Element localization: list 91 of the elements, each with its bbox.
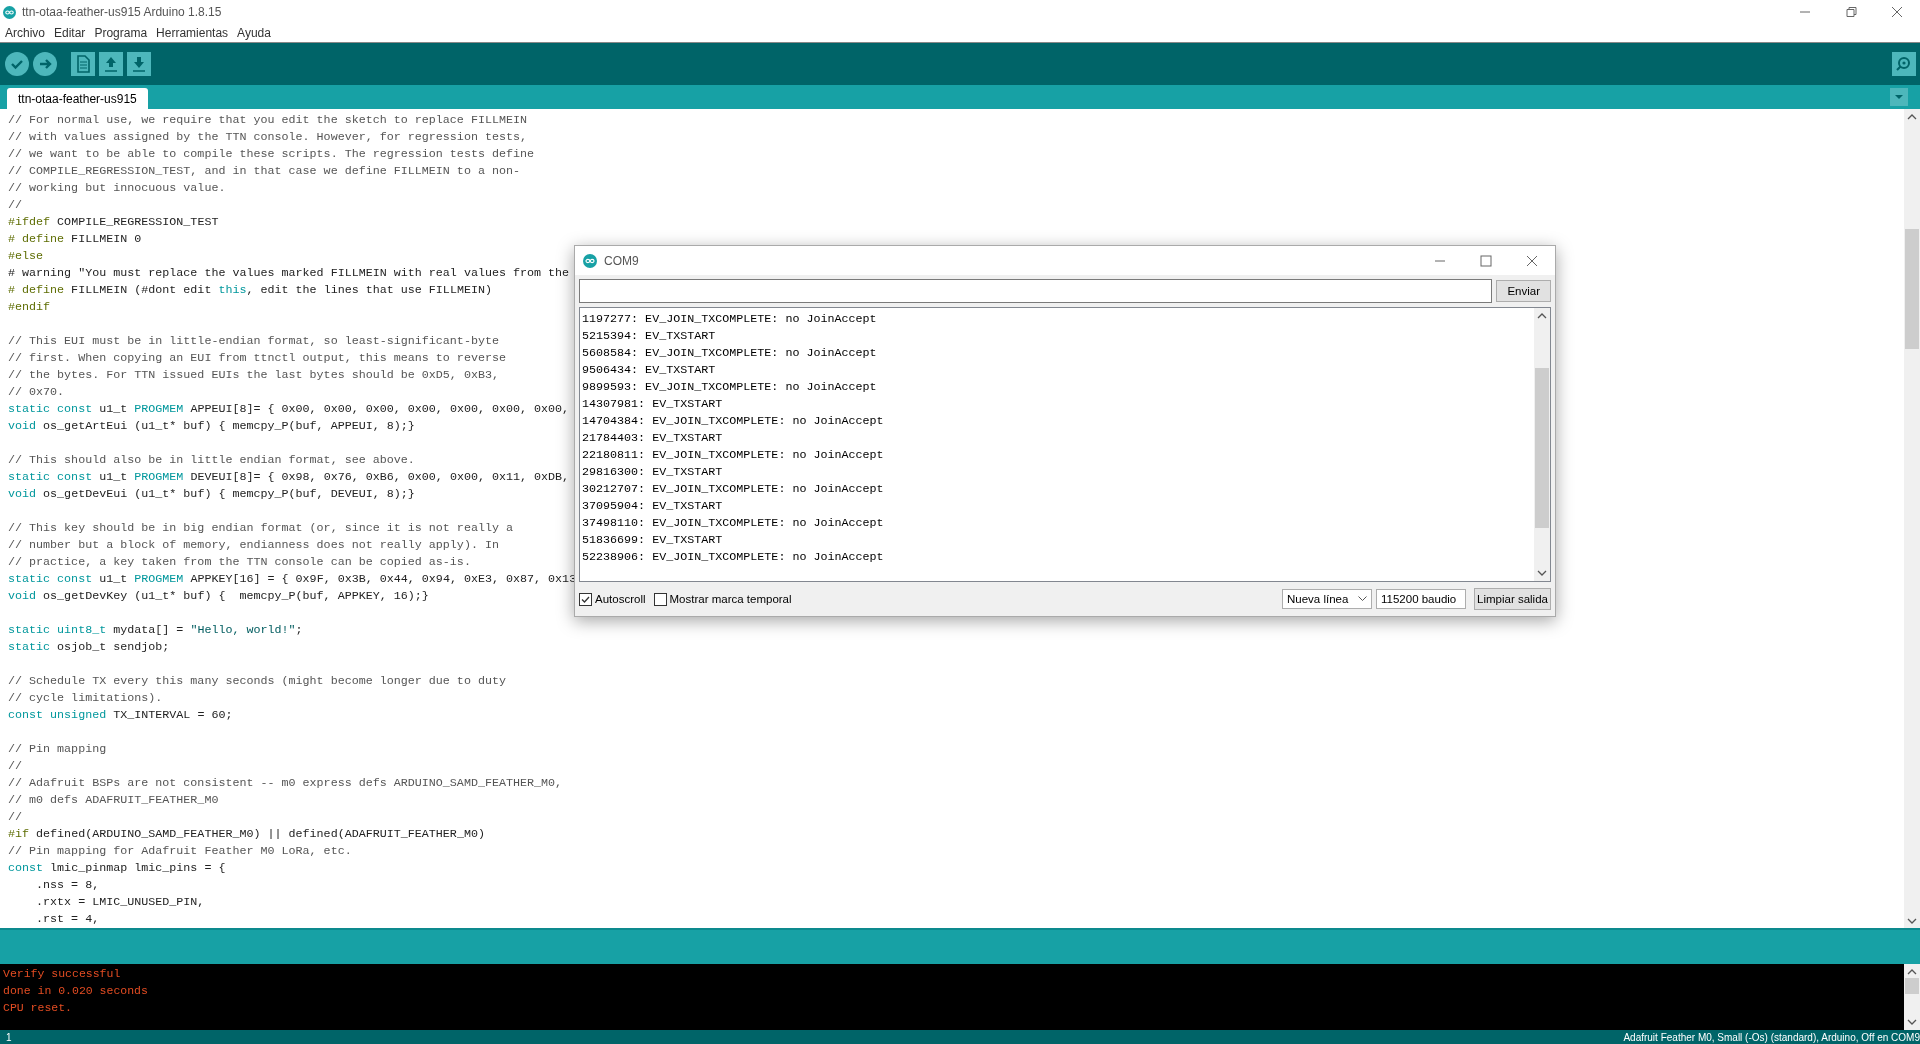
- arduino-logo-icon: [3, 5, 16, 19]
- serial-output-line: 37498110: EV_JOIN_TXCOMPLETE: no JoinAccept: [582, 515, 885, 532]
- code-line: # define FILLMEIN 0: [8, 231, 142, 248]
- clear-output-button[interactable]: Limpiar salida: [1474, 588, 1551, 610]
- code-line: // For normal use, we require that you edit the sketch to replace FILLMEIN: [8, 112, 527, 129]
- code-line: // cycle limitations).: [8, 690, 163, 707]
- code-line: // Pin mapping for Adafruit Feather M0 LoRa, etc.: [8, 843, 352, 860]
- code-line: void os_getArtEui (u1_t* buf) { memcpy_P(buf, APPEUI, 8);}: [8, 418, 415, 435]
- code-line: // This EUI must be in little-endian format, so least-significant-byte: [8, 333, 499, 350]
- code-line: static uint8_t mydata[] = "Hello, world!";: [8, 622, 303, 639]
- code-line: //: [8, 758, 23, 775]
- arduino-logo-icon: [583, 253, 597, 268]
- menu-item[interactable]: Ayuda: [236, 26, 272, 40]
- code-line: # define FILLMEIN (#dont edit this, edit the lines that use FILLMEIN): [8, 282, 492, 299]
- output-scrollbar[interactable]: [1534, 308, 1550, 581]
- serial-output-line: 9506434: EV_TXSTART: [582, 362, 717, 379]
- code-line: // working but innocuous value.: [8, 180, 226, 197]
- serial-output-line: 29816300: EV_TXSTART: [582, 464, 724, 481]
- sketch-tab[interactable]: ttn-otaa-feather-us915: [7, 88, 148, 109]
- code-line: // This key should be in big endian format (or, since it is not really a: [8, 520, 513, 537]
- menu-item[interactable]: Editar: [53, 26, 87, 40]
- window-title: ttn-otaa-feather-us915 Arduino 1.8.15: [22, 5, 223, 19]
- code-line: const lmic_pinmap lmic_pins = {: [8, 860, 226, 877]
- upload-icon[interactable]: [33, 52, 57, 76]
- baud-rate-dropdown[interactable]: 115200 baudio: [1376, 589, 1466, 609]
- code-line: //: [8, 809, 23, 826]
- line-ending-dropdown[interactable]: Nueva línea: [1282, 589, 1372, 609]
- menu-item[interactable]: Archivo: [4, 26, 46, 40]
- send-input-field[interactable]: [579, 279, 1493, 303]
- serial-output-line: 51836699: EV_TXSTART: [582, 532, 724, 549]
- save-icon[interactable]: [127, 52, 151, 76]
- code-line: // with values assigned by the TTN console. However, for regression tests,: [8, 129, 527, 146]
- code-line: // COMPILE_REGRESSION_TEST, and in that case we define FILLMEIN to a non-: [8, 163, 520, 180]
- code-line: // This should also be in little endian format, see above.: [8, 452, 415, 469]
- checkbox[interactable]: [653, 592, 667, 606]
- dropdown-icon[interactable]: [1890, 88, 1908, 106]
- serial-output-line: 14704384: EV_JOIN_TXCOMPLETE: no JoinAccept: [582, 413, 885, 430]
- code-line: # warning "You must replace the values marked FILLMEIN with real values from the: [8, 265, 570, 282]
- code-line: // the bytes. For TTN issued EUIs the last bytes should be 0xD5, 0xB3,: [8, 367, 499, 384]
- console-line: Verify successful: [3, 966, 122, 982]
- code-line: // 0x70.: [8, 384, 65, 401]
- console-line: done in 0.020 seconds: [3, 983, 149, 999]
- code-line: .rst = 4,: [35, 911, 100, 928]
- code-line: // number but a block of memory, endianness does not really apply). In: [8, 537, 499, 554]
- serial-output-line: 5215394: EV_TXSTART: [582, 328, 717, 345]
- serial-output-line: 30212707: EV_JOIN_TXCOMPLETE: no JoinAccept: [582, 481, 885, 498]
- serial-output-line: 1197277: EV_JOIN_TXCOMPLETE: no JoinAccept: [582, 311, 878, 328]
- code-line: #else: [8, 248, 44, 265]
- console-line: CPU reset.: [3, 1000, 73, 1016]
- code-line: void os_getDevKey (u1_t* buf) { memcpy_P(buf, APPKEY, 16);}: [8, 588, 429, 605]
- code-line: .nss = 8,: [35, 877, 100, 894]
- code-line: // first. When copying an EUI from ttnctl output, this means to reverse: [8, 350, 506, 367]
- code-line: #endif: [8, 299, 51, 316]
- code-line: // Schedule TX every this many seconds (might become longer due to duty: [8, 673, 506, 690]
- serial-output-line: 22180811: EV_JOIN_TXCOMPLETE: no JoinAccept: [582, 447, 885, 464]
- code-line: // Pin mapping: [8, 741, 107, 758]
- window-title: COM9: [604, 253, 640, 268]
- code-line: const unsigned TX_INTERVAL = 60;: [8, 707, 233, 724]
- code-line: static const u1_t PROGMEM APPEUI[8]= { 0x00, 0x00, 0x00, 0x00, 0x00, 0x00, 0x00,: [8, 401, 570, 418]
- line-number: 1: [6, 1031, 12, 1043]
- code-line: // Adafruit BSPs are not consistent -- m0 express defs ARDUINO_SAMD_FEATHER_M0,: [8, 775, 563, 792]
- code-line: // we want to be able to compile these scripts. The regression tests define: [8, 146, 535, 163]
- open-icon[interactable]: [99, 52, 123, 76]
- checkbox-label: Mostrar marca temporal: [669, 593, 792, 605]
- serial-output-line: 21784403: EV_TXSTART: [582, 430, 724, 447]
- console-scrollbar[interactable]: [1904, 964, 1920, 1030]
- code-line: static osjob_t sendjob;: [8, 639, 170, 656]
- send-button[interactable]: Enviar: [1496, 280, 1551, 302]
- editor-scrollbar[interactable]: [1904, 109, 1920, 928]
- new-file-icon[interactable]: [71, 52, 95, 76]
- serial-monitor-icon[interactable]: [1892, 52, 1916, 76]
- checkbox[interactable]: [579, 592, 592, 606]
- menu-item[interactable]: Herramientas: [155, 26, 230, 40]
- code-line: #ifdef COMPILE_REGRESSION_TEST: [8, 214, 219, 231]
- chevron-down-icon: [1358, 596, 1367, 602]
- code-line: //: [8, 197, 23, 214]
- code-line: // practice, a key taken from the TTN console can be copied as-is.: [8, 554, 471, 571]
- code-line: void os_getDevEui (u1_t* buf) { memcpy_P(buf, DEVEUI, 8);}: [8, 486, 415, 503]
- verify-icon[interactable]: [5, 52, 29, 76]
- code-line: static const u1_t PROGMEM DEVEUI[8]= { 0x98, 0x76, 0xB6, 0x00, 0x00, 0x11, 0xDB,: [8, 469, 570, 486]
- serial-output-line: 37095904: EV_TXSTART: [582, 498, 724, 515]
- serial-output-line: 52238906: EV_JOIN_TXCOMPLETE: no JoinAccept: [582, 549, 885, 566]
- code-line: .rxtx = LMIC_UNUSED_PIN,: [35, 894, 205, 911]
- checkbox-label: Autoscroll: [595, 593, 646, 605]
- board-info: Adafruit Feather M0, Small (-Os) (standard), Arduino, Off en COM9: [1623, 1031, 1920, 1043]
- serial-output-line: 9899593: EV_JOIN_TXCOMPLETE: no JoinAccept: [582, 379, 878, 396]
- serial-output-line: 14307981: EV_TXSTART: [582, 396, 724, 413]
- menu-item[interactable]: Programa: [93, 26, 149, 40]
- code-line: // m0 defs ADAFRUIT_FEATHER_M0: [8, 792, 219, 809]
- serial-output-line: 5608584: EV_JOIN_TXCOMPLETE: no JoinAccept: [582, 345, 878, 362]
- code-line: #if defined(ARDUINO_SAMD_FEATHER_M0) || defined(ADAFRUIT_FEATHER_M0): [8, 826, 485, 843]
